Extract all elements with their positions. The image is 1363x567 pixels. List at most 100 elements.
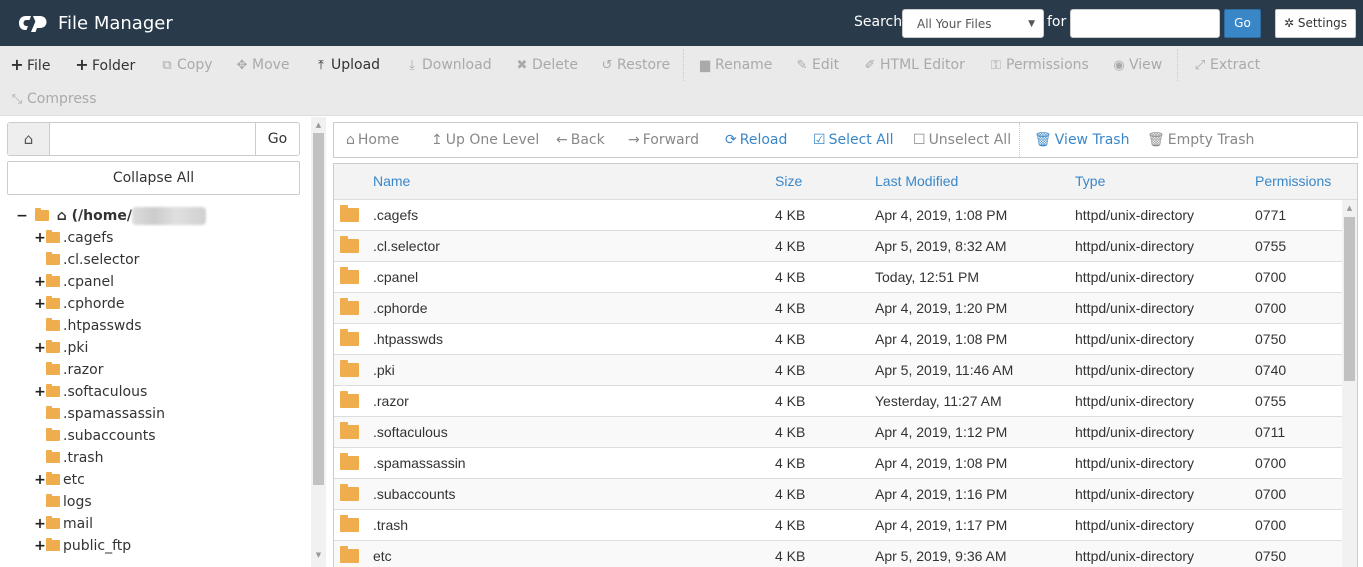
column-header-type[interactable]: Type <box>1075 173 1105 189</box>
table-row[interactable]: .cpanel 4 KB Today, 12:51 PM httpd/unix-dir… <box>334 262 1342 293</box>
table-row[interactable]: .subaccounts 4 KB Apr 4, 2019, 1:16 PM http… <box>334 479 1342 510</box>
path-input-group: ⌂ Go <box>7 122 300 156</box>
copy-button[interactable]: ⧉ Copy <box>160 55 212 75</box>
nav-home-button[interactable]: ⌂ Home <box>346 132 399 148</box>
table-row[interactable]: .cl.selector 4 KB Apr 5, 2019, 8:32 AM http… <box>334 231 1342 262</box>
table-row[interactable]: .cphorde 4 KB Apr 4, 2019, 1:20 PM httpd/un… <box>334 293 1342 324</box>
cell-last-modified: Today, 12:51 PM <box>875 269 980 285</box>
table-row[interactable]: .spamassassin 4 KB Apr 4, 2019, 1:08 PM htt… <box>334 448 1342 479</box>
path-go-button[interactable]: Go <box>255 123 299 155</box>
home-icon[interactable]: ⌂ <box>8 123 50 155</box>
folder-icon <box>46 296 60 309</box>
search-input[interactable] <box>1070 9 1220 38</box>
nav-forward-button[interactable]: → Forward <box>628 132 699 148</box>
expand-icon: ⤢ <box>1194 58 1206 73</box>
top-header: File Manager Search All Your Files ▼ for… <box>0 0 1363 46</box>
scroll-up-icon[interactable]: ▲ <box>311 121 326 129</box>
plus-icon: + <box>75 55 89 74</box>
tree-item[interactable]: + .cphorde <box>34 293 124 315</box>
tree-item[interactable]: logs <box>34 491 92 513</box>
scrollbar-thumb[interactable] <box>313 133 324 485</box>
tree-item[interactable]: .cl.selector <box>34 249 139 271</box>
collapse-toggle-icon[interactable]: − <box>16 206 28 226</box>
nav-up-one-level-button[interactable]: ↥ Up One Level <box>431 132 539 148</box>
tree-item[interactable]: + .pki <box>34 337 88 359</box>
expand-toggle-icon[interactable]: + <box>34 293 46 315</box>
tree-item[interactable]: + etc <box>34 469 85 491</box>
folder-open-icon <box>34 208 49 221</box>
close-icon: ✖ <box>516 58 528 73</box>
expand-toggle-icon[interactable]: + <box>34 227 46 249</box>
restore-button[interactable]: ↺ Restore <box>600 55 671 75</box>
view-button[interactable]: ◉ View <box>1112 55 1162 75</box>
tree-item-label: .cl.selector <box>63 252 140 268</box>
new-file-button[interactable]: + File <box>10 55 50 75</box>
compress-button[interactable]: ⤡ Compress <box>10 89 97 109</box>
tree-item[interactable]: .razor <box>34 359 103 381</box>
select-all-button[interactable]: ☑ Select All <box>813 132 894 148</box>
tree-item[interactable]: + .softaculous <box>34 381 147 403</box>
table-scrollbar[interactable]: ▲ <box>1342 200 1357 567</box>
scroll-down-icon[interactable]: ▼ <box>311 551 326 559</box>
tree-item[interactable]: .trash <box>34 447 103 469</box>
empty-trash-button[interactable]: 🗑 Empty Trash <box>1147 132 1254 148</box>
home-icon: ⌂ <box>346 132 355 148</box>
collapse-all-button[interactable]: Collapse All <box>7 161 300 195</box>
expand-toggle-icon[interactable]: + <box>34 271 46 293</box>
nav-reload-button[interactable]: ⟳ Reload <box>725 132 787 148</box>
table-row[interactable]: etc 4 KB Apr 5, 2019, 9:36 AM httpd/unix-di… <box>334 541 1342 567</box>
table-row[interactable]: .cagefs 4 KB Apr 4, 2019, 1:08 PM httpd/uni… <box>334 200 1342 231</box>
cell-type: httpd/unix-directory <box>1075 300 1195 316</box>
tree-scrollbar[interactable]: ▲ ▼ <box>311 117 326 567</box>
table-row[interactable]: .razor 4 KB Yesterday, 11:27 AM httpd/unix-… <box>334 386 1342 417</box>
tree-item[interactable]: + mail <box>34 513 93 535</box>
html-editor-button[interactable]: ✐ HTML Editor <box>863 55 965 75</box>
upload-button[interactable]: ⤒ Upload <box>314 55 380 75</box>
tree-item-label: logs <box>63 494 92 510</box>
cell-last-modified: Apr 4, 2019, 1:08 PM <box>875 207 1008 223</box>
tree-item-label: .spamassassin <box>63 406 165 422</box>
cell-permissions: 0711 <box>1255 424 1286 440</box>
edit-button[interactable]: ✎ Edit <box>795 55 840 75</box>
delete-button[interactable]: ✖ Delete <box>515 55 578 75</box>
table-row[interactable]: .htpasswds 4 KB Apr 4, 2019, 1:08 PM httpd/… <box>334 324 1342 355</box>
table-row[interactable]: .pki 4 KB Apr 5, 2019, 11:46 AM httpd/unix-… <box>334 355 1342 386</box>
nav-back-button[interactable]: ← Back <box>556 132 605 148</box>
permissions-button[interactable]: ⚿ Permissions <box>989 55 1089 75</box>
expand-toggle-icon[interactable]: + <box>34 337 46 359</box>
new-folder-button[interactable]: + Folder <box>75 55 135 75</box>
cell-last-modified: Yesterday, 11:27 AM <box>875 393 1002 409</box>
expand-toggle-icon[interactable]: + <box>34 381 46 403</box>
expand-toggle-icon[interactable]: + <box>34 469 46 491</box>
expand-toggle-icon[interactable]: + <box>34 513 46 535</box>
column-header-last-modified[interactable]: Last Modified <box>875 173 958 189</box>
tree-item[interactable]: .subaccounts <box>34 425 156 447</box>
search-scope-select[interactable]: All Your Files ▼ <box>902 9 1044 38</box>
view-trash-button[interactable]: 🗑 View Trash <box>1034 132 1129 148</box>
tree-item[interactable]: .htpasswds <box>34 315 142 337</box>
unselect-all-button[interactable]: ☐ Unselect All <box>913 132 1011 148</box>
expand-toggle-icon[interactable]: + <box>34 535 46 557</box>
cell-permissions: 0700 <box>1255 269 1287 285</box>
settings-button[interactable]: ✲ Settings <box>1275 9 1356 38</box>
column-header-name[interactable]: Name <box>373 173 410 189</box>
extract-button[interactable]: ⤢ Extract <box>1193 55 1260 75</box>
search-go-button[interactable]: Go <box>1224 9 1261 38</box>
tree-root-item[interactable]: − ⌂ (/home/ <box>16 206 206 226</box>
tree-item[interactable]: .spamassassin <box>34 403 165 425</box>
scrollbar-thumb[interactable] <box>1344 217 1355 381</box>
tree-item[interactable]: + public_ftp <box>34 535 131 557</box>
tree-item[interactable]: + .cpanel <box>34 271 114 293</box>
download-button[interactable]: ⤓ Download <box>405 55 491 75</box>
column-header-permissions[interactable]: Permissions <box>1255 173 1331 189</box>
scroll-up-icon[interactable]: ▲ <box>1342 204 1357 212</box>
move-button[interactable]: ✥ Move <box>235 55 290 75</box>
table-row[interactable]: .softaculous 4 KB Apr 4, 2019, 1:12 PM http… <box>334 417 1342 448</box>
cell-size: 4 KB <box>775 207 806 223</box>
cell-name: .softaculous <box>373 424 448 440</box>
rename-button[interactable]: ▆ Rename <box>698 55 772 75</box>
tree-item[interactable]: + .cagefs <box>34 227 113 249</box>
table-row[interactable]: .trash 4 KB Apr 4, 2019, 1:17 PM httpd/unix… <box>334 510 1342 541</box>
path-input[interactable] <box>50 123 257 155</box>
column-header-size[interactable]: Size <box>775 173 802 189</box>
